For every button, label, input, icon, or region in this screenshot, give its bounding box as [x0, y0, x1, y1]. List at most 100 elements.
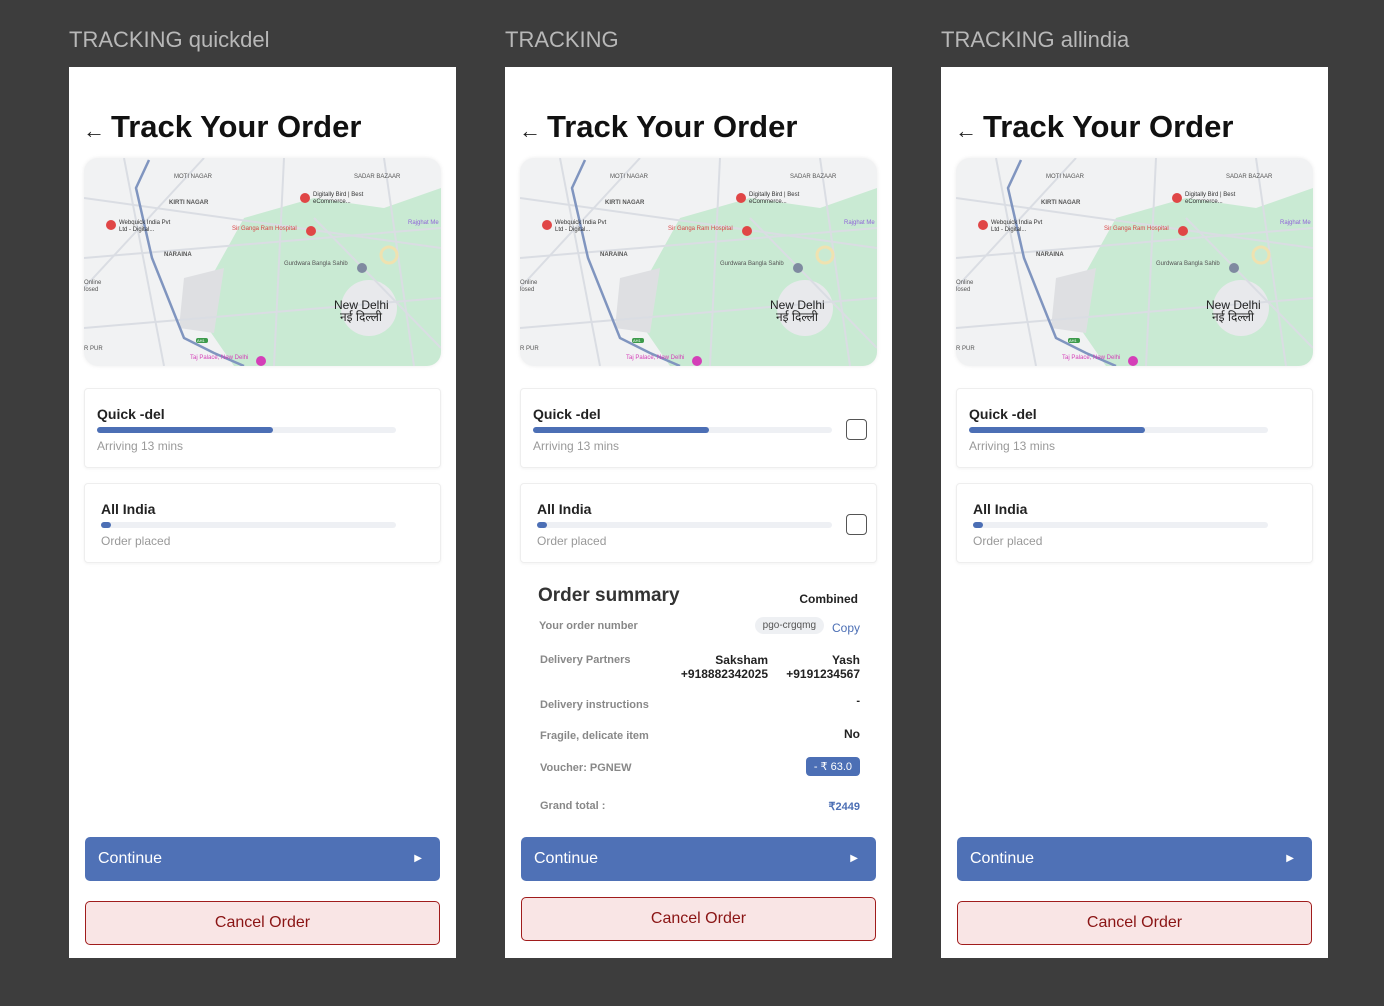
- map-label: Sir Ganga Ram Hospital: [668, 226, 733, 232]
- progress-bar: [973, 522, 1268, 528]
- summary-mode: Combined: [799, 592, 858, 606]
- copy-button[interactable]: Copy: [832, 621, 860, 635]
- frame-label: TRACKING quickdel: [69, 27, 270, 52]
- map-label: MOTI NAGAR: [610, 174, 649, 180]
- instructions-label: Delivery instructions: [540, 699, 649, 711]
- grand-total-value: ₹2449: [828, 801, 860, 813]
- map-label: R PUR: [84, 346, 103, 352]
- select-checkbox[interactable]: [846, 419, 867, 440]
- arrow-left-icon[interactable]: ←: [955, 118, 977, 144]
- progress-bar: [101, 522, 396, 528]
- progress-fill: [97, 427, 274, 433]
- cancel-order-button[interactable]: Cancel Order: [957, 901, 1312, 945]
- fragile-label: Fragile, delicate item: [540, 730, 649, 742]
- track-order-screen: ← Track Your Order MOTI NAGAR KIRTI NAGA…: [505, 67, 892, 958]
- cancel-order-button[interactable]: Cancel Order: [521, 897, 876, 941]
- map-label: MOTI NAGAR: [1046, 174, 1085, 180]
- map-label: Taj Palace, New Delhi: [1062, 355, 1121, 361]
- voucher-label: Voucher: PGNEW: [540, 762, 632, 774]
- map-label: Taj Palace, New Delhi: [190, 355, 249, 361]
- map-label: Digitally Bird | Best eCommerce...: [1185, 192, 1236, 205]
- map-label: AH1: [633, 338, 641, 343]
- map-label: AH1: [197, 338, 205, 343]
- play-arrow-icon: ▶: [1286, 853, 1294, 864]
- map-label: MOTI NAGAR: [174, 174, 213, 180]
- shipment-name: Quick -del: [533, 406, 601, 422]
- map-label: Gurdwara Bangla Sahib: [1156, 261, 1220, 267]
- fragile-value: No: [844, 727, 860, 741]
- map-label: नई दिल्ली: [340, 310, 383, 324]
- arrow-left-icon[interactable]: ←: [83, 118, 105, 144]
- partner: Saksham +918882342025: [681, 653, 768, 681]
- shipment-card-all-india: All India Order placed: [84, 483, 441, 563]
- progress-bar: [537, 522, 832, 528]
- continue-button[interactable]: Continue ▶: [521, 837, 876, 881]
- map-label: Webquick India Pvt Ltd - Digital...: [555, 220, 607, 233]
- shipment-card-all-india[interactable]: All India Order placed: [520, 483, 877, 563]
- partners-label: Delivery Partners: [540, 654, 631, 666]
- map-label: नई दिल्ली: [1212, 310, 1255, 324]
- shipment-name: All India: [537, 501, 592, 517]
- map-label: AH1: [1069, 338, 1077, 343]
- select-checkbox[interactable]: [846, 514, 867, 535]
- map-label: SADAR BAZAAR: [354, 174, 401, 180]
- map-label: KIRTI NAGAR: [1041, 200, 1081, 206]
- map-label: Digitally Bird | Best eCommerce...: [313, 192, 364, 205]
- progress-bar: [969, 427, 1268, 433]
- continue-label: Continue: [970, 850, 1035, 867]
- frame-label: TRACKING: [505, 27, 619, 52]
- map-label: Sir Ganga Ram Hospital: [232, 226, 297, 232]
- voucher-badge: - ₹ 63.0: [805, 757, 860, 776]
- shipment-name: Quick -del: [97, 406, 165, 422]
- shipment-card-all-india: All India Order placed: [956, 483, 1313, 563]
- map-graphic: [956, 158, 1313, 366]
- shipment-status: Order placed: [537, 534, 607, 548]
- map-label: SADAR BAZAAR: [790, 174, 837, 180]
- shipment-name: Quick -del: [969, 406, 1037, 422]
- map-label: NARAINA: [1036, 252, 1064, 258]
- map-label: Online losed: [520, 280, 538, 293]
- progress-bar: [97, 427, 396, 433]
- progress-fill: [533, 427, 710, 433]
- continue-button[interactable]: Continue ▶: [957, 837, 1312, 881]
- shipment-status: Order placed: [101, 534, 171, 548]
- map-label: R PUR: [520, 346, 539, 352]
- instructions-value: -: [856, 695, 860, 707]
- play-arrow-icon: ▶: [414, 853, 422, 864]
- map-label: नई दिल्ली: [776, 310, 819, 324]
- shipment-status: Arriving 13 mins: [969, 439, 1056, 453]
- map-label: KIRTI NAGAR: [605, 200, 645, 206]
- partner: Yash +9191234567: [786, 653, 860, 681]
- map-label: Webquick India Pvt Ltd - Digital...: [119, 220, 171, 233]
- map-label: KIRTI NAGAR: [169, 200, 209, 206]
- partner-phone[interactable]: +918882342025: [681, 667, 768, 681]
- shipment-card-quick-del: Quick -del Arriving 13 mins: [84, 388, 441, 468]
- map-label: NARAINA: [600, 252, 628, 258]
- shipment-status: Arriving 13 mins: [97, 439, 184, 453]
- map-label: Taj Palace, New Delhi: [626, 355, 685, 361]
- continue-button[interactable]: Continue ▶: [85, 837, 440, 881]
- order-number: pgo-crgqmg: [754, 617, 824, 634]
- map-label: SADAR BAZAAR: [1226, 174, 1273, 180]
- page-title: Track Your Order: [111, 109, 362, 144]
- progress-fill: [969, 427, 1146, 433]
- progress-fill: [537, 522, 548, 528]
- arrow-left-icon[interactable]: ←: [519, 118, 541, 144]
- map-graphic: [520, 158, 877, 366]
- map-label: Webquick India Pvt Ltd - Digital...: [991, 220, 1043, 233]
- play-arrow-icon: ▶: [850, 853, 858, 864]
- shipment-card-quick-del[interactable]: Quick -del Arriving 13 mins: [520, 388, 877, 468]
- map[interactable]: MOTI NAGAR KIRTI NAGAR SADAR BAZAAR Digi…: [520, 158, 877, 366]
- map-label: R PUR: [956, 346, 975, 352]
- map[interactable]: MOTI NAGAR KIRTI NAGAR SADAR BAZAAR Digi…: [84, 158, 441, 366]
- summary-title: Order summary: [538, 585, 680, 606]
- map-label: Gurdwara Bangla Sahib: [284, 261, 348, 267]
- partner-name: Saksham: [715, 653, 768, 667]
- grand-total-label: Grand total :: [540, 800, 606, 812]
- shipment-name: All India: [101, 501, 156, 517]
- map[interactable]: MOTI NAGAR KIRTI NAGAR SADAR BAZAAR Digi…: [956, 158, 1313, 366]
- map-label: Online losed: [84, 280, 102, 293]
- partner-phone[interactable]: +9191234567: [786, 667, 860, 681]
- map-label: Sir Ganga Ram Hospital: [1104, 226, 1169, 232]
- cancel-order-button[interactable]: Cancel Order: [85, 901, 440, 945]
